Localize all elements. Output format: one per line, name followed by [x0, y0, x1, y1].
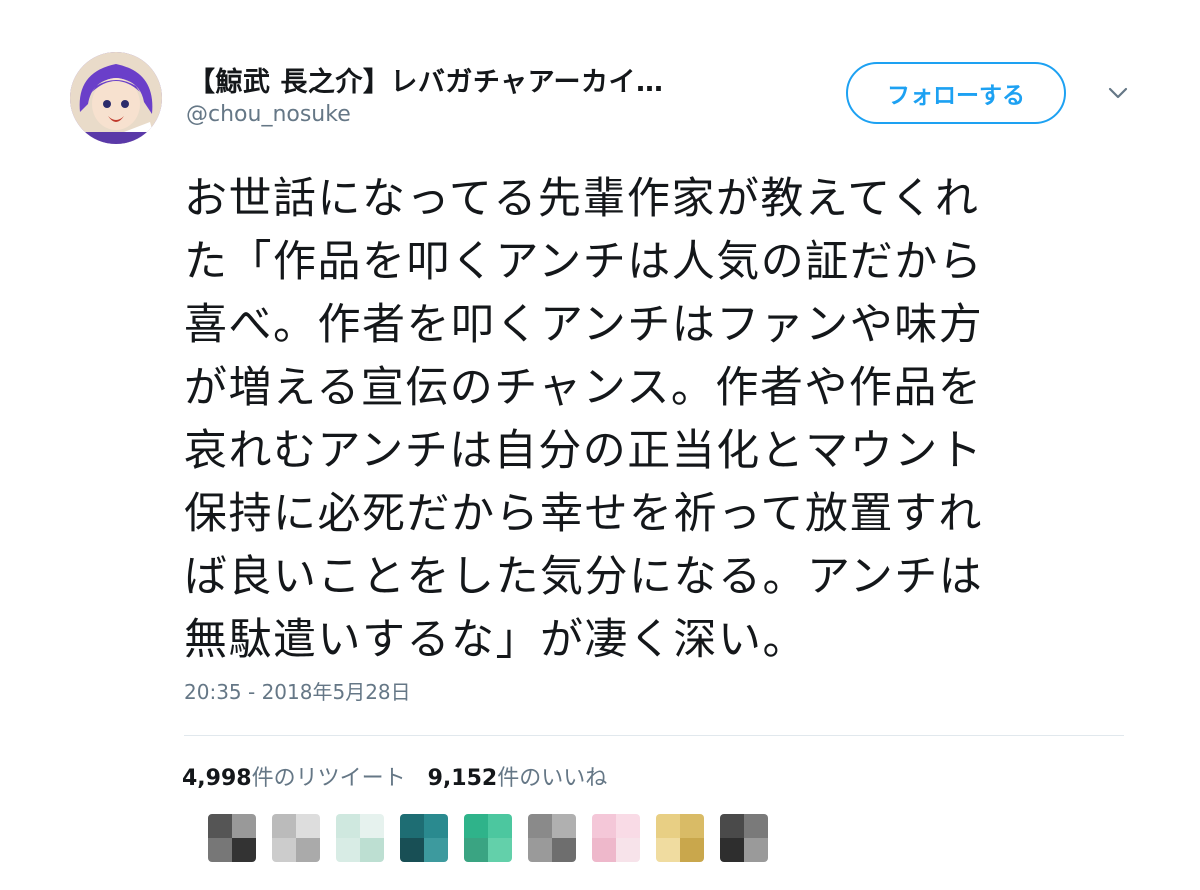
display-name[interactable]: 【鯨武 長之介】レバガチャアーカイ…	[188, 60, 664, 99]
liker-avatar-icon[interactable]	[208, 814, 256, 862]
avatar-pixel	[336, 814, 360, 838]
avatar-pixel	[720, 838, 744, 862]
avatar-pixel	[488, 814, 512, 838]
avatar-pixel	[552, 838, 576, 862]
avatar-pixel	[656, 838, 680, 862]
avatar-pixel	[616, 814, 640, 838]
tweet-stats: 4,998件のリツイート 9,152件のいいね	[182, 760, 607, 792]
avatar-pixel	[744, 838, 768, 862]
avatar-pixel	[424, 814, 448, 838]
avatar-pixel	[208, 814, 232, 838]
liker-avatars	[208, 814, 768, 862]
avatar-pixel	[296, 838, 320, 862]
user-avatar-icon[interactable]	[70, 52, 162, 144]
retweet-stat[interactable]: 4,998件のリツイート	[182, 760, 406, 792]
avatar-pixel	[232, 838, 256, 862]
avatar-pixel	[360, 814, 384, 838]
avatar-pixel	[488, 838, 512, 862]
avatar-pixel	[680, 838, 704, 862]
like-count: 9,152	[427, 766, 498, 791]
liker-avatar-icon[interactable]	[528, 814, 576, 862]
tweet-text-line: ば良いことをした気分になる。アンチは	[184, 552, 984, 602]
avatar-pixel	[464, 838, 488, 862]
tweet-timestamp[interactable]: 20:35 - 2018年5月28日	[184, 676, 411, 705]
avatar-pixel	[528, 838, 552, 862]
avatar-pixel	[680, 814, 704, 838]
tweet-text-line: お世話になってる先輩作家が教えてくれ	[184, 174, 980, 224]
liker-avatar-icon[interactable]	[720, 814, 768, 862]
avatar-pixel	[360, 838, 384, 862]
avatar-pixel	[400, 838, 424, 862]
avatar-pixel	[744, 814, 768, 838]
avatar-pixel	[272, 838, 296, 862]
avatar-pixel	[616, 838, 640, 862]
avatar-pixel	[464, 814, 488, 838]
follow-button[interactable]: フォローする	[846, 62, 1066, 124]
tweet-card: 【鯨武 長之介】レバガチャアーカイ… @chou_nosuke フォローする お…	[0, 0, 1200, 890]
tweet-text: お世話になってる先輩作家が教えてくれ た「作品を叩くアンチは人気の証だから 喜べ…	[184, 168, 1124, 672]
tweet-text-line: 哀れむアンチは自分の正当化とマウント	[184, 426, 984, 476]
liker-avatar-icon[interactable]	[464, 814, 512, 862]
retweet-count: 4,998	[182, 766, 252, 791]
retweet-label: 件のリツイート	[251, 766, 406, 791]
avatar-pixel	[528, 814, 552, 838]
avatar-pixel	[424, 838, 448, 862]
divider	[184, 735, 1124, 736]
tweet-text-line: た「作品を叩くアンチは人気の証だから	[184, 237, 984, 287]
tweet-text-line: 喜べ。作者を叩くアンチはファンや味方	[184, 300, 984, 350]
avatar-illustration	[70, 52, 162, 144]
liker-avatar-icon[interactable]	[336, 814, 384, 862]
user-handle[interactable]: @chou_nosuke	[186, 102, 351, 127]
liker-avatar-icon[interactable]	[400, 814, 448, 862]
like-stat[interactable]: 9,152件のいいね	[428, 760, 608, 792]
avatar-pixel	[592, 814, 616, 838]
avatar-pixel	[208, 838, 232, 862]
avatar-pixel	[552, 814, 576, 838]
tweet-text-line: が増える宣伝のチャンス。作者や作品を	[184, 363, 983, 413]
avatar-pixel	[336, 838, 360, 862]
liker-avatar-icon[interactable]	[592, 814, 640, 862]
chevron-down-glyph	[1108, 87, 1128, 99]
avatar-pixel	[296, 814, 320, 838]
like-label: 件のいいね	[497, 766, 608, 791]
avatar-pixel	[272, 814, 296, 838]
avatar-pixel	[656, 814, 680, 838]
avatar-pixel	[232, 814, 256, 838]
liker-avatar-icon[interactable]	[656, 814, 704, 862]
avatar-pixel	[592, 838, 616, 862]
chevron-down-icon[interactable]	[1102, 80, 1134, 106]
tweet-text-line: 保持に必死だから幸せを祈って放置すれ	[184, 489, 983, 539]
liker-avatar-icon[interactable]	[272, 814, 320, 862]
avatar-pixel	[720, 814, 744, 838]
avatar-pixel	[400, 814, 424, 838]
tweet-text-line: 無駄遣いするな」が凄く深い。	[184, 615, 807, 665]
